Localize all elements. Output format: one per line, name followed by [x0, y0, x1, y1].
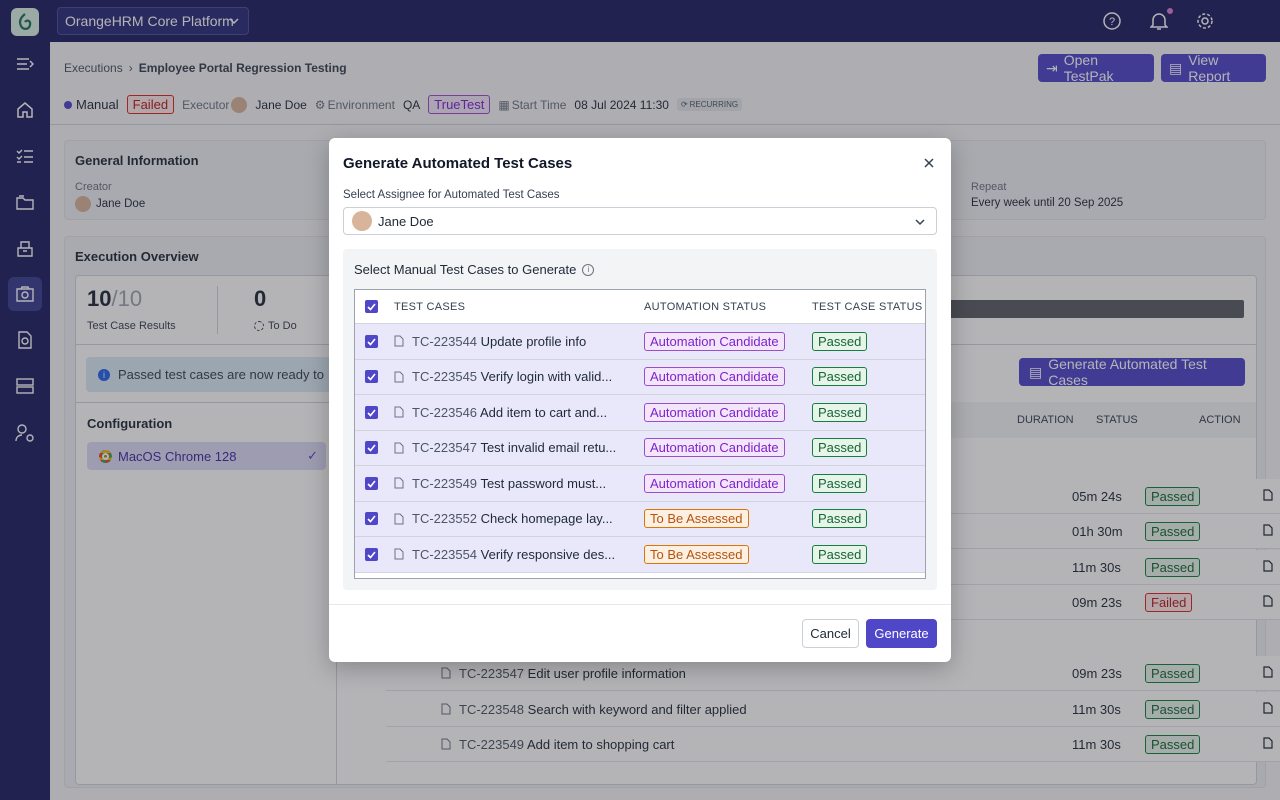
test-case-cell: TC-223554 Verify responsive des...	[394, 547, 644, 562]
automation-status-header: AUTOMATION STATUS	[644, 300, 767, 313]
table-row[interactable]: TC-223546 Add item to cart and... Automat…	[355, 395, 925, 431]
test-case-name: Verify login with valid...	[480, 369, 613, 385]
document-icon	[394, 371, 404, 383]
test-case-cell: TC-223544 Update profile info	[394, 334, 644, 349]
table-row[interactable]: TC-223554 Verify responsive des... To Be …	[355, 537, 925, 573]
test-case-status-badge: Passed	[812, 544, 868, 564]
table-row[interactable]: TC-223547 Test invalid email retu... Auto…	[355, 430, 925, 466]
table-row[interactable]: TC-223544 Update profile info Automation …	[355, 324, 925, 360]
test-case-status-badge: Passed	[812, 509, 868, 529]
row-checkbox[interactable]	[365, 512, 378, 526]
document-icon	[394, 442, 404, 454]
row-checkbox[interactable]	[365, 405, 378, 419]
test-case-status-badge: Passed	[812, 367, 868, 387]
automation-status-cell: Automation Candidate	[644, 402, 812, 422]
test-case-status-cell: Passed	[812, 544, 868, 564]
panel-title: Select Manual Test Cases to Generate i	[354, 262, 595, 277]
automation-status-badge: Automation Candidate	[644, 438, 785, 458]
test-case-name: Add item to cart and...	[479, 404, 608, 420]
automation-status-cell: To Be Assessed	[644, 544, 812, 564]
test-case-name: Verify responsive des...	[480, 546, 616, 562]
info-icon: i	[582, 263, 595, 276]
assignee-avatar	[352, 211, 372, 231]
document-icon	[394, 548, 404, 560]
test-case-status-badge: Passed	[812, 331, 868, 351]
automation-status-cell: Automation Candidate	[644, 367, 812, 387]
test-case-id: TC-223547	[412, 440, 478, 456]
table-row[interactable]: TC-223552 Check homepage lay... To Be Ass…	[355, 501, 925, 537]
assignee-label: Select Assignee for Automated Test Cases	[343, 189, 560, 201]
table-header: TEST CASES AUTOMATION STATUS TEST CASE S…	[355, 290, 925, 324]
row-checkbox[interactable]	[365, 370, 378, 384]
test-case-id: TC-223554	[412, 546, 478, 562]
automation-status-badge: Automation Candidate	[644, 367, 785, 387]
panel-title-text: Select Manual Test Cases to Generate	[354, 262, 577, 277]
modal-title: Generate Automated Test Cases	[343, 155, 573, 172]
test-case-id: TC-223545	[412, 369, 478, 385]
test-case-status-cell: Passed	[812, 331, 868, 351]
modal-footer-divider	[329, 604, 951, 605]
automation-status-cell: Automation Candidate	[644, 438, 812, 458]
test-case-status-header: TEST CASE STATUS	[812, 300, 923, 313]
test-case-name: Test password must...	[480, 475, 607, 491]
chevron-down-icon	[915, 219, 925, 226]
automation-status-badge: To Be Assessed	[644, 509, 749, 529]
row-checkbox[interactable]	[365, 334, 378, 348]
test-cases-header: TEST CASES	[394, 300, 466, 313]
generate-button[interactable]: Generate	[866, 619, 937, 648]
test-case-panel: Select Manual Test Cases to Generate i T…	[343, 249, 937, 590]
row-checkbox[interactable]	[365, 547, 378, 561]
document-icon	[394, 477, 404, 489]
test-case-table: TEST CASES AUTOMATION STATUS TEST CASE S…	[354, 289, 926, 579]
test-case-status-cell: Passed	[812, 367, 868, 387]
close-icon[interactable]	[921, 155, 937, 171]
assignee-select[interactable]: Jane Doe	[343, 207, 937, 235]
test-case-status-cell: Passed	[812, 402, 868, 422]
automation-status-badge: Automation Candidate	[644, 473, 785, 493]
document-icon	[394, 335, 404, 347]
test-case-name: Update profile info	[480, 333, 587, 349]
document-icon	[394, 513, 404, 525]
test-case-id: TC-223544	[412, 333, 478, 349]
test-case-id: TC-223552	[412, 511, 478, 527]
test-case-cell: TC-223546 Add item to cart and...	[394, 405, 644, 420]
test-case-name: Test invalid email retu...	[480, 440, 617, 456]
automation-status-badge: To Be Assessed	[644, 544, 749, 564]
document-icon	[394, 406, 404, 418]
test-case-id: TC-223546	[412, 404, 478, 420]
assignee-value: Jane Doe	[378, 213, 434, 229]
test-case-status-badge: Passed	[812, 402, 868, 422]
test-case-status-cell: Passed	[812, 438, 868, 458]
automation-status-badge: Automation Candidate	[644, 402, 785, 422]
test-case-cell: TC-223547 Test invalid email retu...	[394, 440, 644, 455]
test-case-cell: TC-223549 Test password must...	[394, 476, 644, 491]
cancel-button[interactable]: Cancel	[802, 619, 859, 648]
automation-status-badge: Automation Candidate	[644, 331, 785, 351]
row-checkbox[interactable]	[365, 476, 378, 490]
test-case-cell: TC-223545 Verify login with valid...	[394, 369, 644, 384]
test-case-status-badge: Passed	[812, 473, 868, 493]
test-case-cell: TC-223552 Check homepage lay...	[394, 511, 644, 526]
test-case-id: TC-223549	[412, 475, 478, 491]
automation-status-cell: Automation Candidate	[644, 331, 812, 351]
table-row[interactable]: TC-223549 Test password must... Automatio…	[355, 466, 925, 502]
automation-status-cell: Automation Candidate	[644, 473, 812, 493]
test-case-status-cell: Passed	[812, 473, 868, 493]
automation-status-cell: To Be Assessed	[644, 509, 812, 529]
test-case-name: Check homepage lay...	[480, 511, 613, 527]
select-all-checkbox[interactable]	[365, 300, 378, 313]
generate-modal: Generate Automated Test Cases Select Ass…	[329, 138, 951, 662]
table-row[interactable]: TC-223545 Verify login with valid... Auto…	[355, 359, 925, 395]
row-checkbox[interactable]	[365, 441, 378, 455]
test-case-status-badge: Passed	[812, 438, 868, 458]
test-case-status-cell: Passed	[812, 509, 868, 529]
